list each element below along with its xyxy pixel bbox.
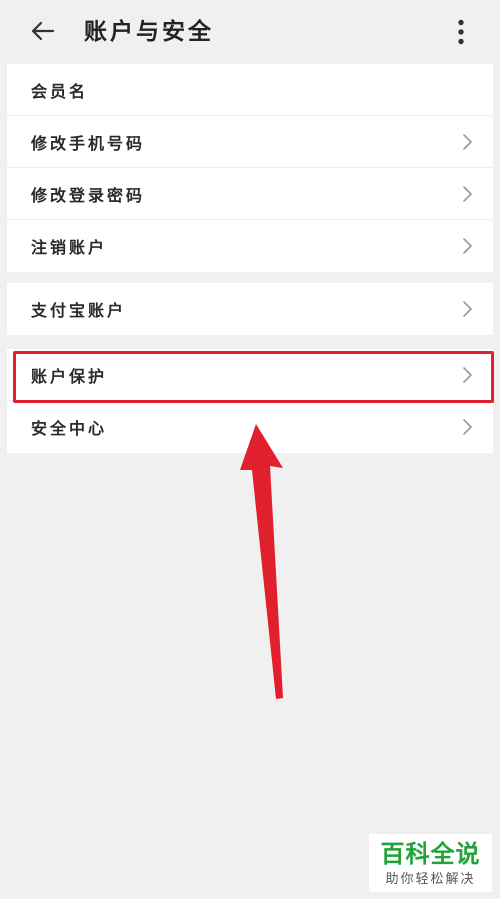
chevron-right-icon xyxy=(463,301,472,317)
list-item-label: 账户保护 xyxy=(31,366,108,386)
arrow-left-icon xyxy=(31,21,55,41)
more-vertical-icon xyxy=(458,19,464,45)
list-item-label: 修改手机号码 xyxy=(31,133,146,153)
watermark-subtitle: 助你轻松解决 xyxy=(385,872,476,887)
list-item-security-center[interactable]: 安全中心 xyxy=(7,401,493,453)
chevron-right-icon xyxy=(463,419,472,435)
back-button[interactable] xyxy=(26,14,60,48)
watermark-logo: 百科全说 助你轻松解决 xyxy=(369,834,492,892)
list-item-alipay-account[interactable]: 支付宝账户 xyxy=(7,283,493,335)
chevron-right-icon xyxy=(463,366,472,383)
payment-group: 支付宝账户 xyxy=(7,283,493,335)
list-item-label: 支付宝账户 xyxy=(31,301,127,320)
chevron-right-icon xyxy=(463,133,472,150)
list-item-label: 安全中心 xyxy=(31,419,108,438)
account-info-group: 会员名 修改手机号码 修改登录密码 注销账户 xyxy=(7,64,493,272)
page-title: 账户与安全 xyxy=(84,19,214,45)
list-item-member-name[interactable]: 会员名 xyxy=(7,64,493,116)
security-group: 账户保护 安全中心 xyxy=(7,349,493,453)
chevron-right-icon xyxy=(463,185,472,202)
watermark-title: 百科全说 xyxy=(380,840,481,868)
list-item-change-phone[interactable]: 修改手机号码 xyxy=(7,116,493,168)
list-item-label: 修改登录密码 xyxy=(31,185,146,205)
list-item-account-protection[interactable]: 账户保护 xyxy=(7,349,493,401)
more-options-button[interactable] xyxy=(444,14,478,50)
top-app-bar: 账户与安全 xyxy=(0,0,500,64)
list-item-label: 注销账户 xyxy=(31,238,108,257)
list-item-close-account[interactable]: 注销账户 xyxy=(7,220,493,272)
list-item-change-password[interactable]: 修改登录密码 xyxy=(7,168,493,220)
list-item-label: 会员名 xyxy=(31,81,89,101)
chevron-right-icon xyxy=(463,238,472,254)
